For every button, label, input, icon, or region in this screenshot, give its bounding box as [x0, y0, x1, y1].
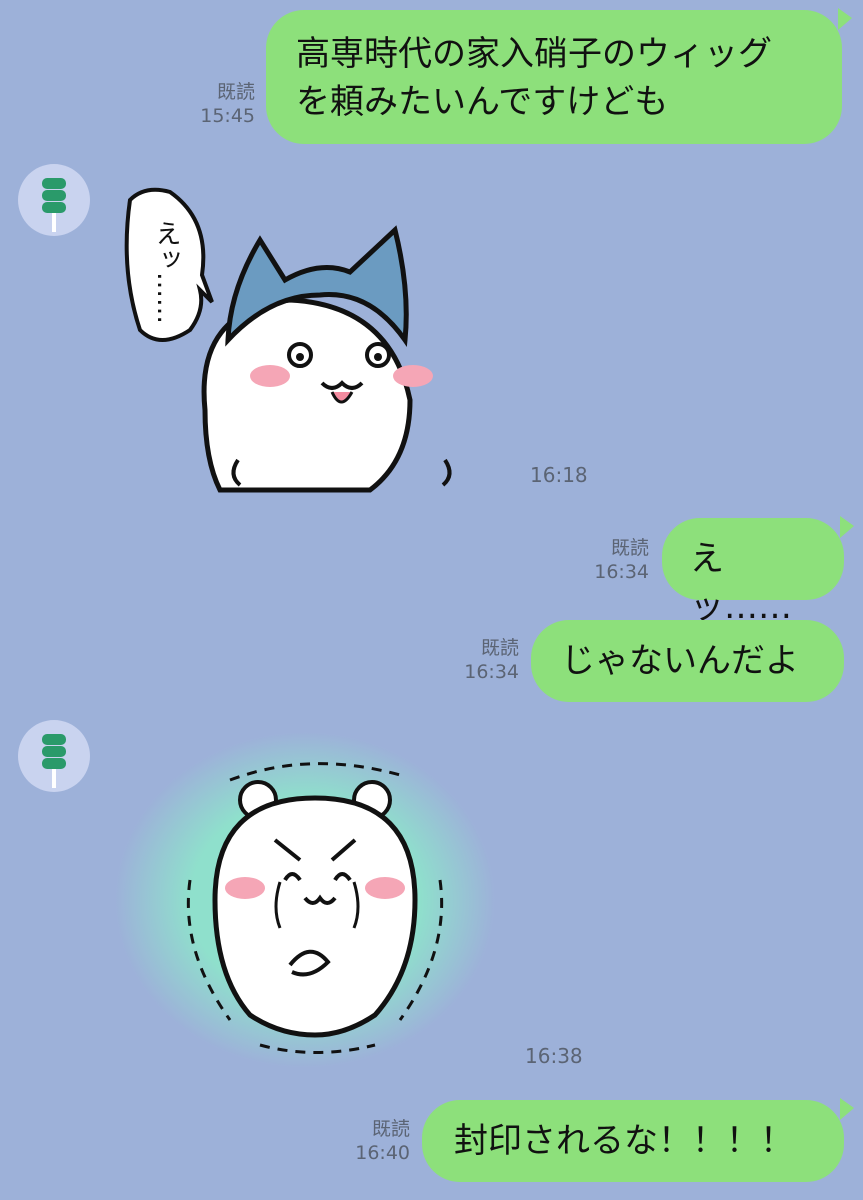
sent-message-bubble[interactable]: えッ…… [662, 518, 844, 627]
sticker-chiikawa[interactable] [110, 730, 500, 1070]
message-meta: 既読 16:34 [445, 636, 519, 684]
message-text: じゃないんだよ [561, 641, 799, 681]
bubble-tail [840, 1098, 854, 1120]
message-time: 16:18 [530, 463, 588, 487]
bubble-tail [840, 516, 854, 538]
bubble-tail [838, 8, 852, 30]
avatar[interactable] [18, 720, 90, 792]
read-label: 既読 [610, 537, 649, 559]
dango-icon [42, 178, 66, 232]
message-text: えッ…… [690, 539, 792, 627]
read-label: 既読 [480, 637, 519, 659]
message-time: 16:40 [355, 1142, 410, 1164]
message-text-line: 高専時代の家入硝子のウィッグ [296, 34, 772, 74]
message-text: 封印されるな！！！！ [454, 1121, 794, 1161]
message-text-line: を頼みたいんですけども [296, 82, 669, 122]
message-time: 16:38 [525, 1044, 583, 1068]
dango-icon [42, 734, 66, 788]
sticker-speech-text: えッ…… [151, 220, 181, 324]
bear-sticker-illustration [115, 732, 495, 1068]
message-meta: 既読 15:45 [180, 80, 255, 128]
read-label: 既読 [216, 81, 255, 103]
sticker-hachiware[interactable]: えッ…… [110, 180, 490, 500]
message-meta: 既読 16:40 [336, 1117, 410, 1165]
sent-message-bubble[interactable]: 高専時代の家入硝子のウィッグ を頼みたいんですけども [266, 10, 842, 144]
avatar[interactable] [18, 164, 90, 236]
sent-message-bubble[interactable]: 封印されるな！！！！ [422, 1100, 844, 1182]
read-label: 既読 [371, 1118, 410, 1140]
sent-message-bubble[interactable]: じゃないんだよ [531, 620, 844, 702]
message-time: 15:45 [200, 105, 255, 127]
message-meta: 既読 16:34 [575, 536, 649, 584]
message-time: 16:34 [594, 561, 649, 583]
message-time: 16:34 [464, 661, 519, 683]
cat-sticker-illustration: えッ…… [124, 187, 452, 493]
